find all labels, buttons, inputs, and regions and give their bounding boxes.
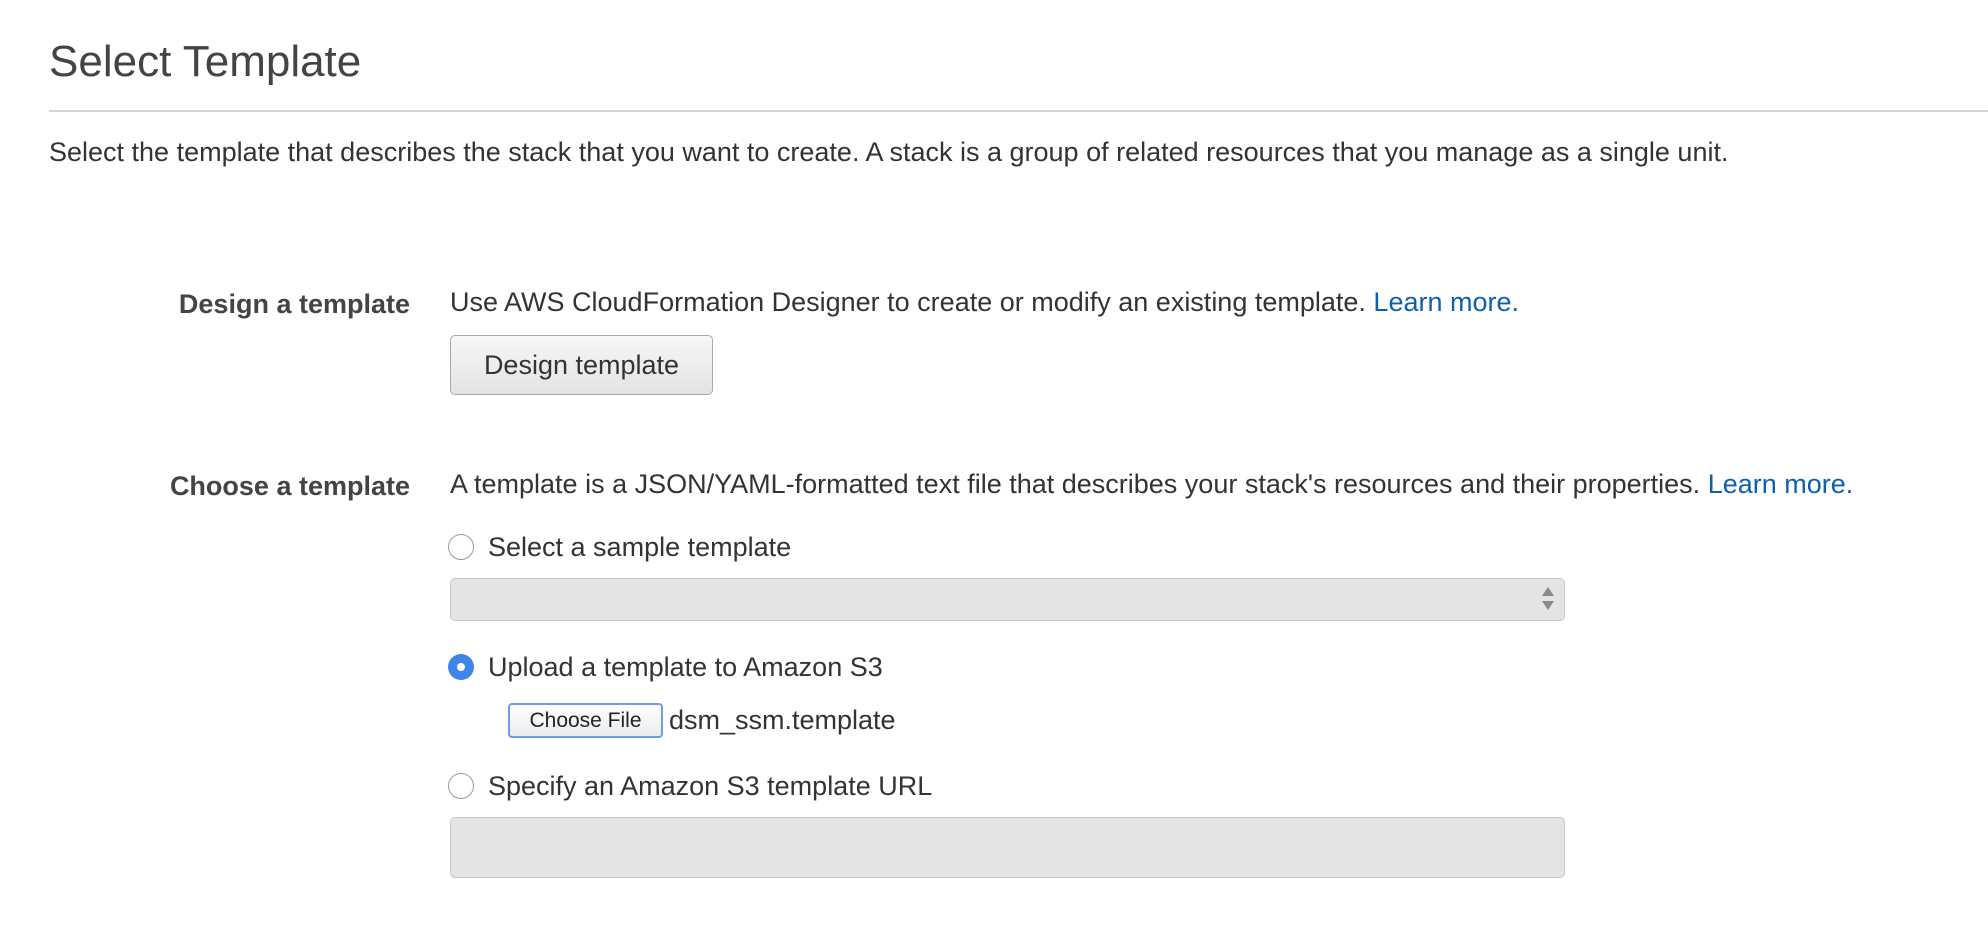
upload-template-radio-label[interactable]: Upload a template to Amazon S3 — [488, 649, 883, 685]
title-divider — [49, 110, 1988, 112]
design-template-label: Design a template — [178, 289, 410, 319]
choose-file-button[interactable]: Choose File — [508, 702, 663, 738]
sample-template-radio[interactable] — [448, 534, 474, 560]
choose-template-description: A template is a JSON/YAML-formatted text… — [450, 466, 1853, 502]
page-title: Select Template — [49, 37, 362, 86]
s3-url-radio-label[interactable]: Specify an Amazon S3 template URL — [488, 768, 932, 804]
chevron-up-icon — [1542, 587, 1554, 596]
s3-url-radio[interactable] — [448, 773, 474, 799]
upload-template-option[interactable]: Upload a template to Amazon S3 — [448, 649, 883, 685]
design-template-button[interactable]: Design template — [450, 335, 713, 395]
file-upload: Choose File dsm_ssm.template — [508, 702, 896, 738]
design-learn-more-link[interactable]: Learn more. — [1373, 287, 1519, 317]
sample-template-select[interactable] — [450, 578, 1565, 621]
design-template-description: Use AWS CloudFormation Designer to creat… — [450, 284, 1519, 320]
chevron-down-icon — [1542, 601, 1554, 610]
s3-template-url-input[interactable] — [450, 817, 1565, 878]
up-down-chevron-icon — [1542, 585, 1554, 615]
page-intro: Select the template that describes the s… — [49, 137, 1729, 167]
sample-template-radio-label[interactable]: Select a sample template — [488, 529, 791, 565]
selected-file-name: dsm_ssm.template — [669, 705, 896, 735]
upload-template-radio[interactable] — [448, 654, 474, 680]
choose-template-label: Choose a template — [169, 471, 410, 501]
choose-learn-more-link[interactable]: Learn more. — [1708, 469, 1854, 499]
s3-url-option[interactable]: Specify an Amazon S3 template URL — [448, 768, 932, 804]
design-template-description-text: Use AWS CloudFormation Designer to creat… — [450, 287, 1366, 317]
sample-template-option[interactable]: Select a sample template — [448, 529, 791, 565]
choose-template-description-text: A template is a JSON/YAML-formatted text… — [450, 469, 1701, 499]
